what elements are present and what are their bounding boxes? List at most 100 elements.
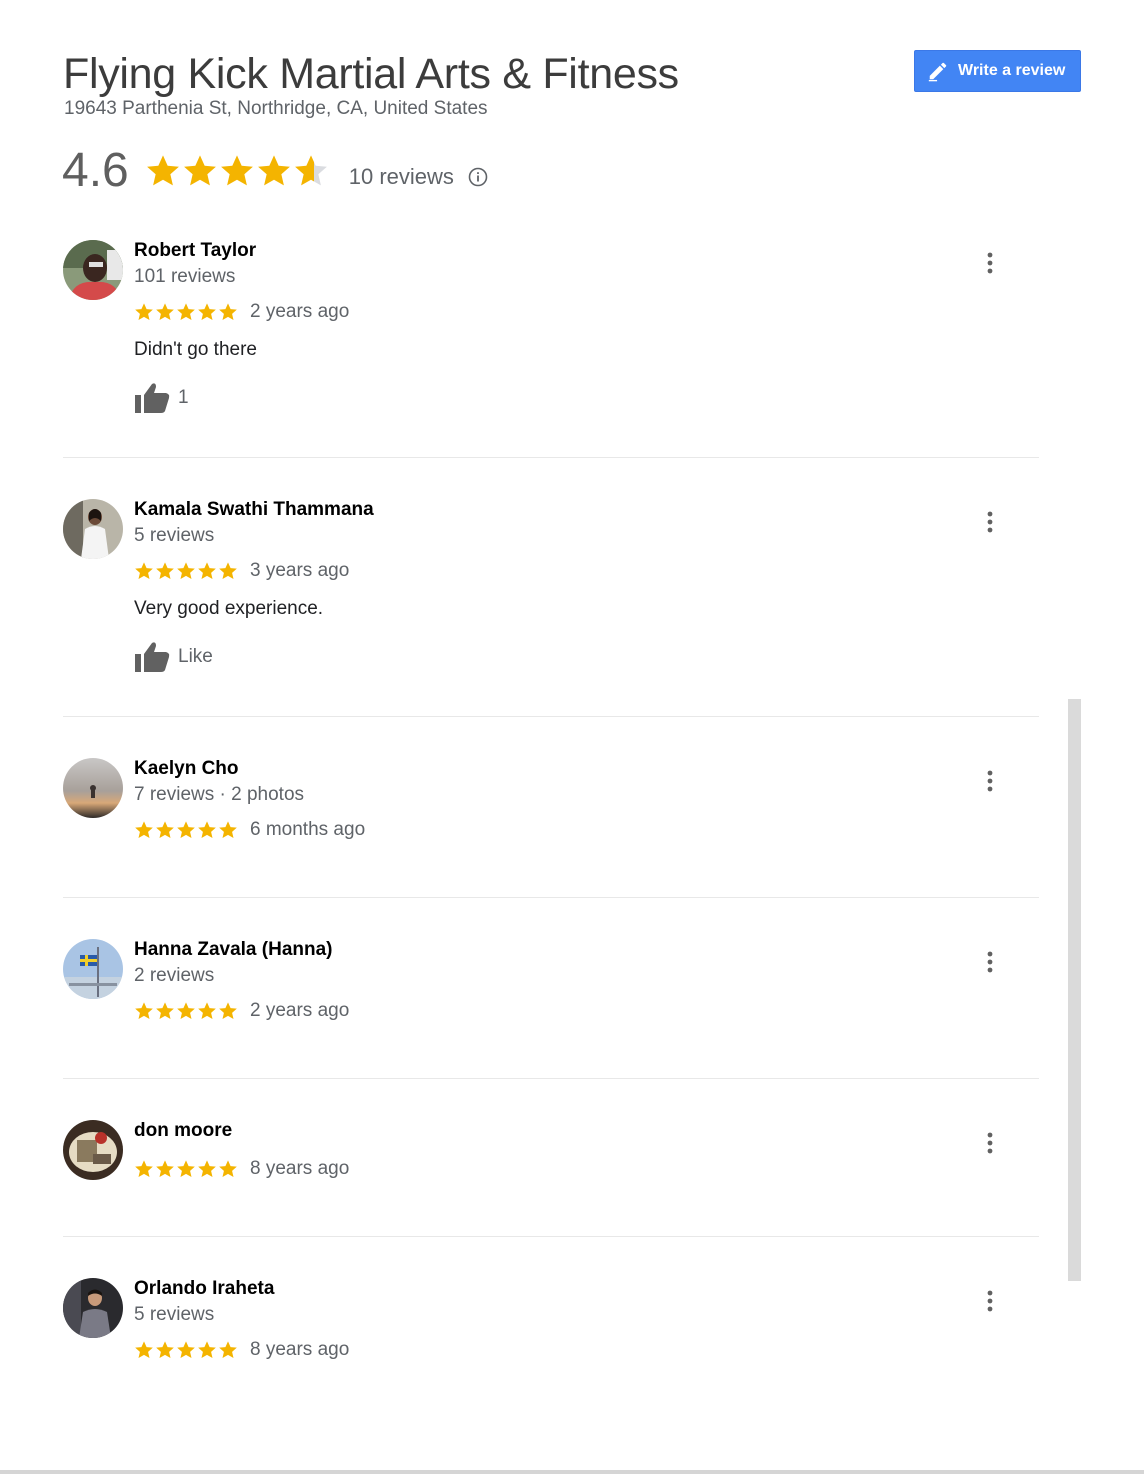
review-author-meta: 5 reviews	[134, 525, 215, 546]
more-options-button[interactable]	[978, 949, 1002, 979]
review-item: Orlando Iraheta 5 reviews 8 years ago	[63, 1278, 1039, 1378]
star-icon	[219, 1160, 237, 1177]
review-item: don moore 8 years ago	[63, 1120, 1039, 1237]
star-icon	[198, 1341, 216, 1358]
star-icon	[156, 303, 174, 320]
thumb-up-icon	[134, 641, 170, 673]
star-icon	[135, 1002, 153, 1019]
review-stars	[134, 1159, 238, 1179]
more-options-button[interactable]	[978, 1288, 1002, 1318]
like-button[interactable]: Like	[134, 641, 213, 673]
star-icon	[146, 155, 179, 186]
avatar[interactable]	[63, 758, 123, 818]
more-options-button[interactable]	[978, 509, 1002, 539]
star-icon	[156, 1341, 174, 1358]
more-vert-icon	[987, 770, 993, 797]
avatar[interactable]	[63, 939, 123, 999]
review-stars	[134, 302, 238, 322]
more-vert-icon	[987, 511, 993, 538]
like-count: 1	[178, 387, 189, 408]
review-divider	[63, 457, 1039, 458]
review-author-meta: 7 reviews · 2 photos	[134, 784, 305, 805]
star-icon	[177, 1341, 195, 1358]
review-rating-row: 2 years ago	[134, 301, 349, 323]
write-review-button[interactable]: Write a review	[914, 50, 1081, 92]
star-icon	[156, 1160, 174, 1177]
review-text: Didn't go there	[134, 339, 257, 360]
review-stars	[134, 561, 238, 581]
review-author-meta: 101 reviews	[134, 266, 236, 287]
star-icon	[219, 1341, 237, 1358]
review-item: Kaelyn Cho 7 reviews · 2 photos 6 months…	[63, 758, 1039, 898]
review-rating-row: 3 years ago	[134, 560, 349, 582]
review-author-meta: 2 reviews	[134, 965, 215, 986]
thumb-up-icon	[134, 382, 170, 414]
review-author[interactable]: Kaelyn Cho	[134, 758, 239, 780]
review-stars	[134, 1001, 238, 1021]
review-time: 6 months ago	[250, 819, 366, 840]
review-rating-row: 8 years ago	[134, 1339, 349, 1361]
review-author[interactable]: don moore	[134, 1120, 232, 1142]
more-vert-icon	[987, 1132, 993, 1159]
more-vert-icon	[987, 951, 993, 978]
review-time: 3 years ago	[250, 560, 350, 581]
review-divider	[63, 897, 1039, 898]
more-options-button[interactable]	[978, 1130, 1002, 1160]
star-icon	[219, 303, 237, 320]
star-icon	[257, 155, 290, 186]
star-icon	[198, 821, 216, 838]
star-icon	[198, 1160, 216, 1177]
review-time: 8 years ago	[250, 1339, 350, 1360]
review-time: 2 years ago	[250, 301, 350, 322]
rating-summary: 4.6 10 reviews	[62, 143, 488, 199]
star-icon	[135, 303, 153, 320]
place-title: Flying Kick Martial Arts & Fitness	[63, 50, 679, 98]
avatar[interactable]	[63, 240, 123, 300]
star-icon	[135, 1160, 153, 1177]
info-icon[interactable]	[468, 167, 488, 187]
review-author[interactable]: Robert Taylor	[134, 240, 256, 262]
like-label: Like	[178, 646, 213, 667]
star-icon	[198, 303, 216, 320]
star-icon	[219, 1002, 237, 1019]
star-icon	[183, 155, 216, 186]
bottom-divider	[0, 1470, 1144, 1474]
star-icon	[177, 1002, 195, 1019]
star-icon	[198, 1002, 216, 1019]
review-author-meta: 5 reviews	[134, 1304, 215, 1325]
star-icon	[177, 821, 195, 838]
review-author[interactable]: Hanna Zavala (Hanna)	[134, 939, 333, 961]
avatar[interactable]	[63, 499, 123, 559]
review-author[interactable]: Orlando Iraheta	[134, 1278, 274, 1300]
average-rating: 4.6	[62, 144, 129, 197]
write-review-label: Write a review	[958, 62, 1066, 79]
more-vert-icon	[987, 252, 993, 279]
review-divider	[63, 716, 1039, 717]
avatar[interactable]	[63, 1120, 123, 1180]
star-icon	[135, 1341, 153, 1358]
star-icon	[156, 562, 174, 579]
review-text: Very good experience.	[134, 598, 324, 619]
star-icon	[156, 1002, 174, 1019]
star-icon	[177, 562, 195, 579]
review-divider	[63, 1236, 1039, 1237]
more-vert-icon	[987, 1290, 993, 1317]
like-button[interactable]: 1	[134, 382, 189, 414]
star-icon	[219, 562, 237, 579]
star-icon	[156, 821, 174, 838]
more-options-button[interactable]	[978, 768, 1002, 798]
avatar[interactable]	[63, 1278, 123, 1338]
review-rating-row: 6 months ago	[134, 819, 365, 841]
review-stars	[134, 1340, 238, 1360]
more-options-button[interactable]	[978, 250, 1002, 280]
scrollbar[interactable]	[1068, 699, 1081, 1281]
star-icon	[135, 562, 153, 579]
star-icon	[220, 155, 253, 186]
average-stars	[145, 153, 329, 189]
review-item: Hanna Zavala (Hanna) 2 reviews 2 years a…	[63, 939, 1039, 1079]
review-author[interactable]: Kamala Swathi Thammana	[134, 499, 374, 521]
total-reviews-count: 10 reviews	[348, 164, 454, 189]
pencil-icon	[927, 60, 949, 82]
star-icon	[177, 303, 195, 320]
star-icon	[219, 821, 237, 838]
